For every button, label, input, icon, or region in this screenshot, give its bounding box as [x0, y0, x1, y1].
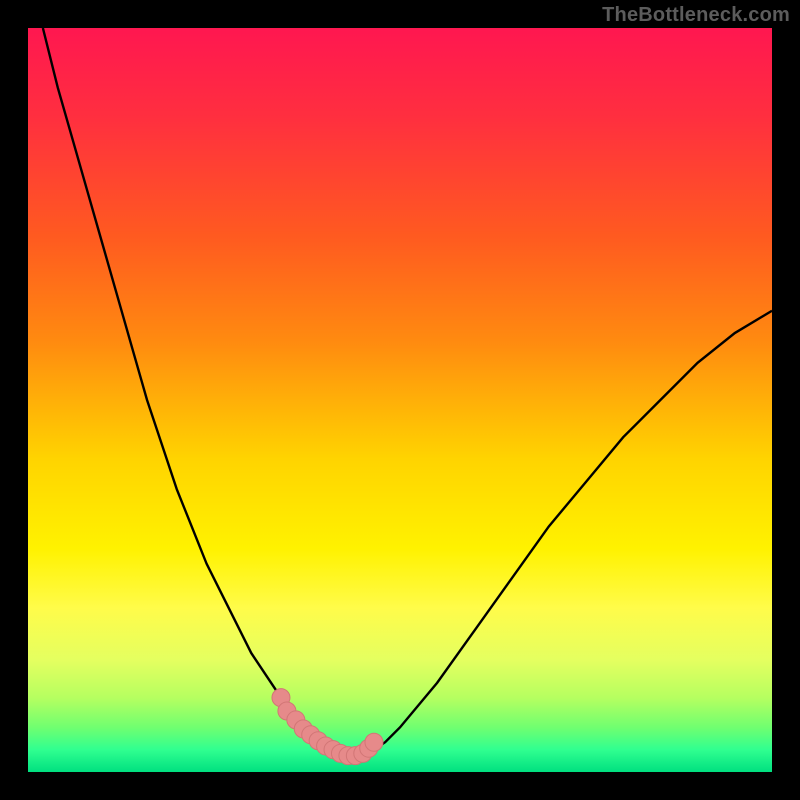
bottleneck-curve [43, 28, 772, 756]
plot-area [28, 28, 772, 772]
watermark-text: TheBottleneck.com [602, 4, 790, 27]
marker-dot [365, 733, 383, 751]
curve-layer [28, 28, 772, 772]
chart-frame: TheBottleneck.com [0, 0, 800, 800]
marker-group [272, 689, 383, 765]
